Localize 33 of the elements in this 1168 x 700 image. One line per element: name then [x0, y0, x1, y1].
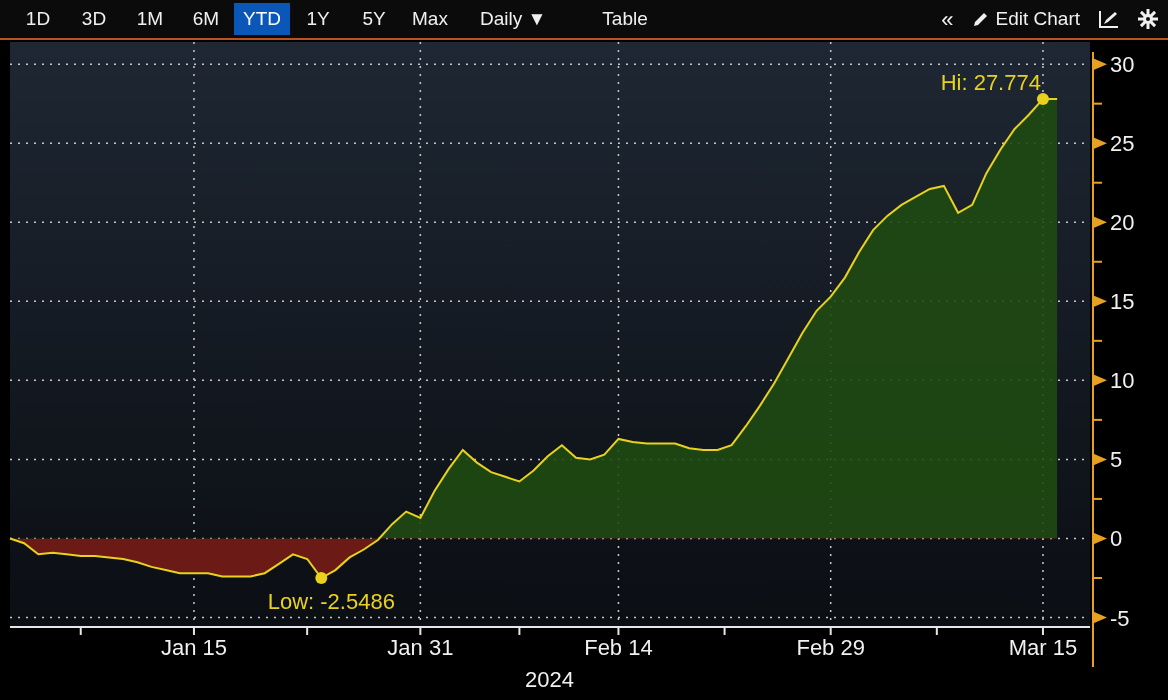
period-tab[interactable]: 5Y — [346, 3, 402, 35]
y-tick-label: 15 — [1110, 289, 1135, 315]
period-tab[interactable]: 1D — [10, 3, 66, 35]
y-tick-label: 0 — [1110, 526, 1123, 552]
y-tick-label: 10 — [1110, 368, 1135, 394]
table-button[interactable]: Table — [594, 3, 656, 35]
y-tick-label: 5 — [1110, 447, 1123, 473]
x-axis-label: 2024 — [524, 667, 574, 692]
y-tick-label: 30 — [1110, 52, 1135, 78]
y-tick-label: 25 — [1110, 131, 1135, 157]
period-tab[interactable]: 3D — [66, 3, 122, 35]
period-tab[interactable]: 6M — [178, 3, 234, 35]
x-tick-label: Jan 15 — [160, 635, 227, 660]
annotation-label: Hi: 27.774 — [940, 69, 1041, 95]
period-tab[interactable]: Max — [402, 3, 458, 35]
y-tick-label: -5 — [1110, 605, 1130, 631]
period-tab[interactable]: 1M — [122, 3, 178, 35]
collapse-button[interactable]: « — [937, 3, 958, 35]
y-tick-label: 20 — [1110, 210, 1135, 236]
x-tick-label: Mar 15 — [1008, 635, 1078, 660]
x-tick-label: Feb 14 — [584, 635, 653, 660]
period-tab[interactable]: 1Y — [290, 3, 346, 35]
edit-chart-button[interactable]: Edit Chart — [967, 3, 1084, 35]
x-tick-label: Jan 31 — [387, 635, 454, 660]
pencil-icon — [971, 10, 990, 28]
annotation-label: Low: -2.5486 — [267, 589, 395, 614]
marker-dot — [1036, 92, 1049, 105]
period-tab[interactable]: YTD — [234, 3, 290, 35]
x-tick-label: Feb 29 — [796, 635, 865, 660]
frequency-dropdown[interactable]: Daily ▼ — [472, 3, 555, 35]
marker-dot — [315, 572, 328, 584]
chart-edit-icon[interactable] — [1098, 9, 1120, 29]
settings-icon[interactable] — [1138, 9, 1158, 29]
